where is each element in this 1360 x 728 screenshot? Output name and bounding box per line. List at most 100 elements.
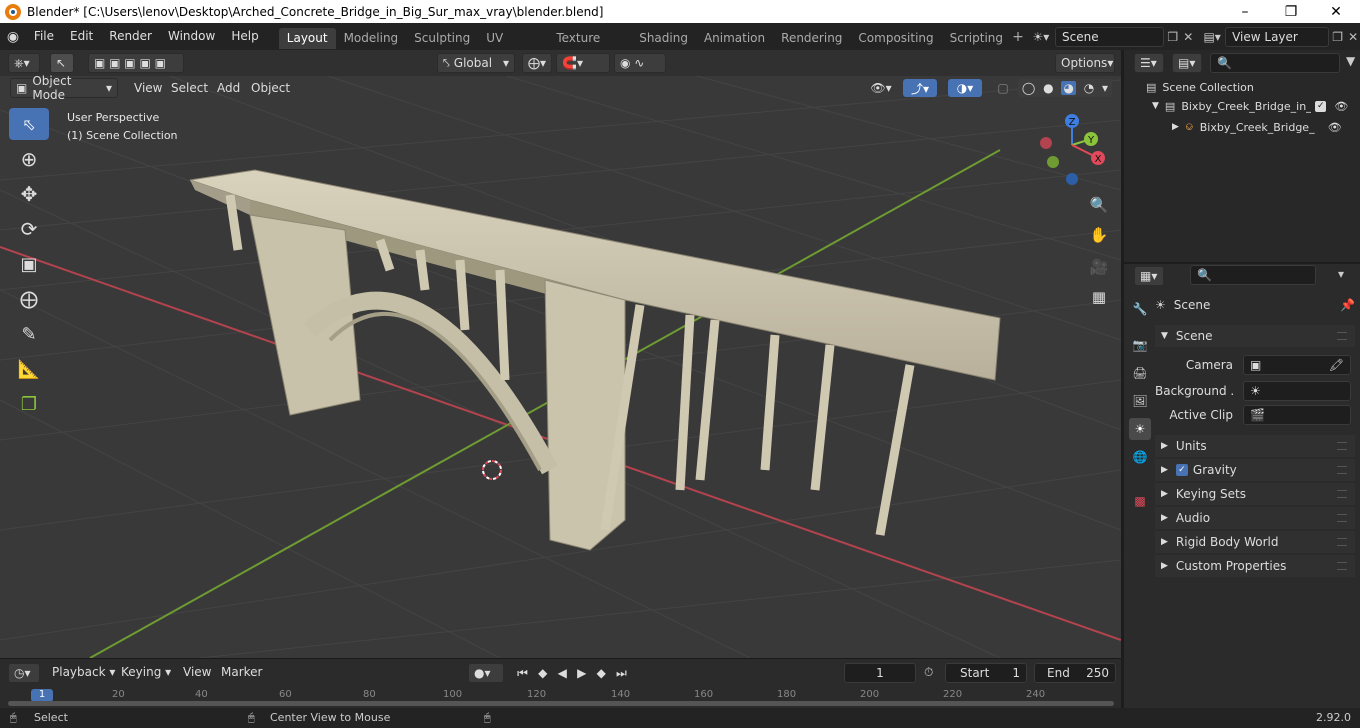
stopwatch-icon[interactable]: ⏱ [924, 665, 933, 680]
jump-end-icon[interactable]: ⏭ [616, 666, 627, 681]
start-frame-field[interactable]: Start 1 [945, 663, 1027, 683]
options-dropdown[interactable]: Options ▾ [1055, 53, 1115, 73]
drag-handle-icon[interactable] [1337, 562, 1347, 570]
timeline-menu-view[interactable]: View [177, 661, 217, 683]
menu-edit[interactable]: Edit [62, 23, 101, 50]
view-layer-properties-tab-icon[interactable]: 🖼 [1129, 390, 1151, 412]
tab-scripting[interactable]: Scripting [942, 28, 1011, 49]
add-workspace-icon[interactable]: + [1011, 29, 1025, 45]
annotate-tool-icon[interactable]: ✎ [9, 318, 49, 350]
menu-render[interactable]: Render [101, 23, 160, 50]
tab-layout[interactable]: Layout [278, 27, 336, 49]
next-keyframe-icon[interactable]: ◆ [597, 666, 606, 680]
expand-arrow-icon[interactable]: ▼ [1152, 101, 1159, 111]
mode-dropdown[interactable]: ▣ Object Mode ▾ [10, 74, 118, 102]
outliner-editor-type-icon[interactable]: ☰▾ [1134, 53, 1164, 73]
shading-mode-buttons[interactable]: ◯ ● ◕ ◔ ▾ [1018, 79, 1112, 97]
viewport-menu-add[interactable]: Add [211, 77, 246, 99]
xray-toggle-icon[interactable]: ▢ [994, 79, 1012, 97]
select-box-tool-icon[interactable]: ⬁ [9, 108, 49, 140]
viewport-menu-object[interactable]: Object [245, 77, 296, 99]
outliner-search-input[interactable]: 🔍 [1210, 53, 1340, 73]
navigation-gizmo[interactable]: Z Y X [1036, 111, 1116, 191]
close-window-button[interactable]: ✕ [1313, 0, 1359, 23]
prev-keyframe-icon[interactable]: ◆ [538, 666, 547, 680]
menu-window[interactable]: Window [160, 23, 223, 50]
subpanel-custom-properties[interactable]: ▶ Custom Properties [1155, 555, 1355, 577]
editor-type-button[interactable]: ⎈▾ [8, 53, 40, 73]
subpanel-keying-sets[interactable]: ▶ Keying Sets [1155, 483, 1355, 505]
scene-selector-icon[interactable]: ☀▾ [1029, 30, 1053, 44]
viewport-menu-select[interactable]: Select [165, 77, 214, 99]
expand-arrow-icon[interactable]: ▶ [1172, 122, 1179, 132]
view-layer-field[interactable]: View Layer [1225, 26, 1329, 47]
proportional-editing-icon[interactable]: ◉ ∿ [614, 53, 666, 73]
pan-hand-icon[interactable]: ✋ [1086, 222, 1112, 248]
pivot-point-icon[interactable]: ⨁▾ [522, 53, 552, 73]
snap-toggle-icon[interactable]: 🧲▾ [556, 53, 610, 73]
eyedropper-icon[interactable]: 🖍 [1329, 358, 1344, 372]
outliner-row-object[interactable]: ▶ ⎉ Bixby_Creek_Bridge_ 👁 [1124, 117, 1360, 137]
view-layer-selector-icon[interactable]: ▤▾ [1199, 30, 1225, 44]
keyframe-record-icon[interactable]: ●▾ [468, 663, 504, 683]
new-view-layer-icon[interactable]: ❐ [1329, 30, 1346, 44]
timeline-menu-marker[interactable]: Marker [215, 661, 268, 683]
background-scene-field[interactable]: ☀ [1243, 381, 1351, 401]
output-properties-tab-icon[interactable]: 🖨 [1129, 362, 1151, 384]
transform-tool-icon[interactable]: ⨁ [9, 283, 49, 315]
transform-orientation-dropdown[interactable]: ⤣ Global ▾ [437, 53, 515, 73]
drag-handle-icon[interactable] [1337, 514, 1347, 522]
delete-view-layer-icon[interactable]: ✕ [1346, 30, 1360, 44]
properties-search-input[interactable]: 🔍 [1190, 265, 1316, 285]
solid-shading-icon[interactable]: ● [1043, 81, 1053, 95]
rendered-shading-icon[interactable]: ◔ [1084, 81, 1094, 95]
exclude-checkbox[interactable]: ✓ [1315, 100, 1327, 112]
end-frame-field[interactable]: End 250 [1034, 663, 1116, 683]
tab-uv-editing[interactable]: UV Editing [478, 28, 548, 66]
timeline-editor-type-icon[interactable]: ◷▾ [8, 663, 40, 683]
tab-modeling[interactable]: Modeling [336, 28, 407, 49]
tab-shading[interactable]: Shading [631, 28, 696, 49]
play-icon[interactable]: ▶ [577, 666, 586, 680]
timeline-menu-playback[interactable]: Playback ▾ [46, 661, 121, 683]
tab-rendering[interactable]: Rendering [773, 28, 850, 49]
outliner-row-scene-collection[interactable]: ▤ Scene Collection [1124, 77, 1360, 97]
camera-field[interactable]: ▣ 🖍 [1243, 355, 1351, 375]
tab-animation[interactable]: Animation [696, 28, 773, 49]
jump-start-icon[interactable]: ⏮ [517, 666, 528, 681]
scene-panel-header[interactable]: ▼ Scene [1155, 325, 1355, 347]
tab-compositing[interactable]: Compositing [850, 28, 941, 49]
perspective-grid-icon[interactable]: ▦ [1086, 284, 1112, 310]
chevron-down-icon[interactable]: ▾ [1338, 267, 1344, 281]
gizmo-toggle-icon[interactable]: ⤴▾ [903, 79, 937, 97]
material-shading-icon[interactable]: ◕ [1061, 81, 1076, 95]
scene-properties-tab-icon[interactable]: ☀ [1129, 418, 1151, 440]
subpanel-units[interactable]: ▶ Units [1155, 435, 1355, 457]
render-properties-tab-icon[interactable]: 📷 [1129, 334, 1151, 356]
measure-tool-icon[interactable]: 📐 [9, 353, 49, 385]
current-frame-field[interactable]: 1 [844, 663, 916, 683]
drag-handle-icon[interactable] [1337, 442, 1347, 450]
chevron-down-icon[interactable]: ▾ [1102, 81, 1108, 95]
properties-editor-type-icon[interactable]: ▦▾ [1134, 266, 1164, 286]
filter-icon[interactable]: ▼ [1346, 54, 1355, 68]
selection-mode-buttons[interactable]: ▣ ▣ ▣ ▣ ▣ [88, 53, 184, 73]
viewport-menu-view[interactable]: View [128, 77, 168, 99]
select-tool-icon[interactable]: ↖ [50, 53, 74, 73]
subpanel-audio[interactable]: ▶ Audio [1155, 507, 1355, 529]
camera-view-icon[interactable]: 🎥 [1086, 254, 1112, 280]
outliner-row-collection[interactable]: ▼ ▤ Bixby_Creek_Bridge_in_B ✓ 👁 [1124, 96, 1360, 116]
delete-scene-icon[interactable]: ✕ [1181, 30, 1195, 44]
add-cube-tool-icon[interactable]: ❐ [9, 388, 49, 420]
overlays-toggle-icon[interactable]: ◑▾ [948, 79, 982, 97]
texture-properties-tab-icon[interactable]: ▩ [1129, 490, 1151, 512]
timeline-scrollbar[interactable] [8, 701, 1114, 706]
timeline-menu-keying[interactable]: Keying ▾ [115, 661, 177, 683]
scene-field[interactable]: Scene [1055, 26, 1165, 47]
rotate-tool-icon[interactable]: ⟳ [9, 213, 49, 245]
blender-menu-icon[interactable]: ◉ [0, 29, 26, 45]
move-tool-icon[interactable]: ✥ [9, 178, 49, 210]
display-mode-icon[interactable]: ▤▾ [1172, 53, 1202, 73]
wireframe-shading-icon[interactable]: ◯ [1022, 81, 1035, 95]
gravity-checkbox[interactable]: ✓ [1175, 464, 1188, 476]
